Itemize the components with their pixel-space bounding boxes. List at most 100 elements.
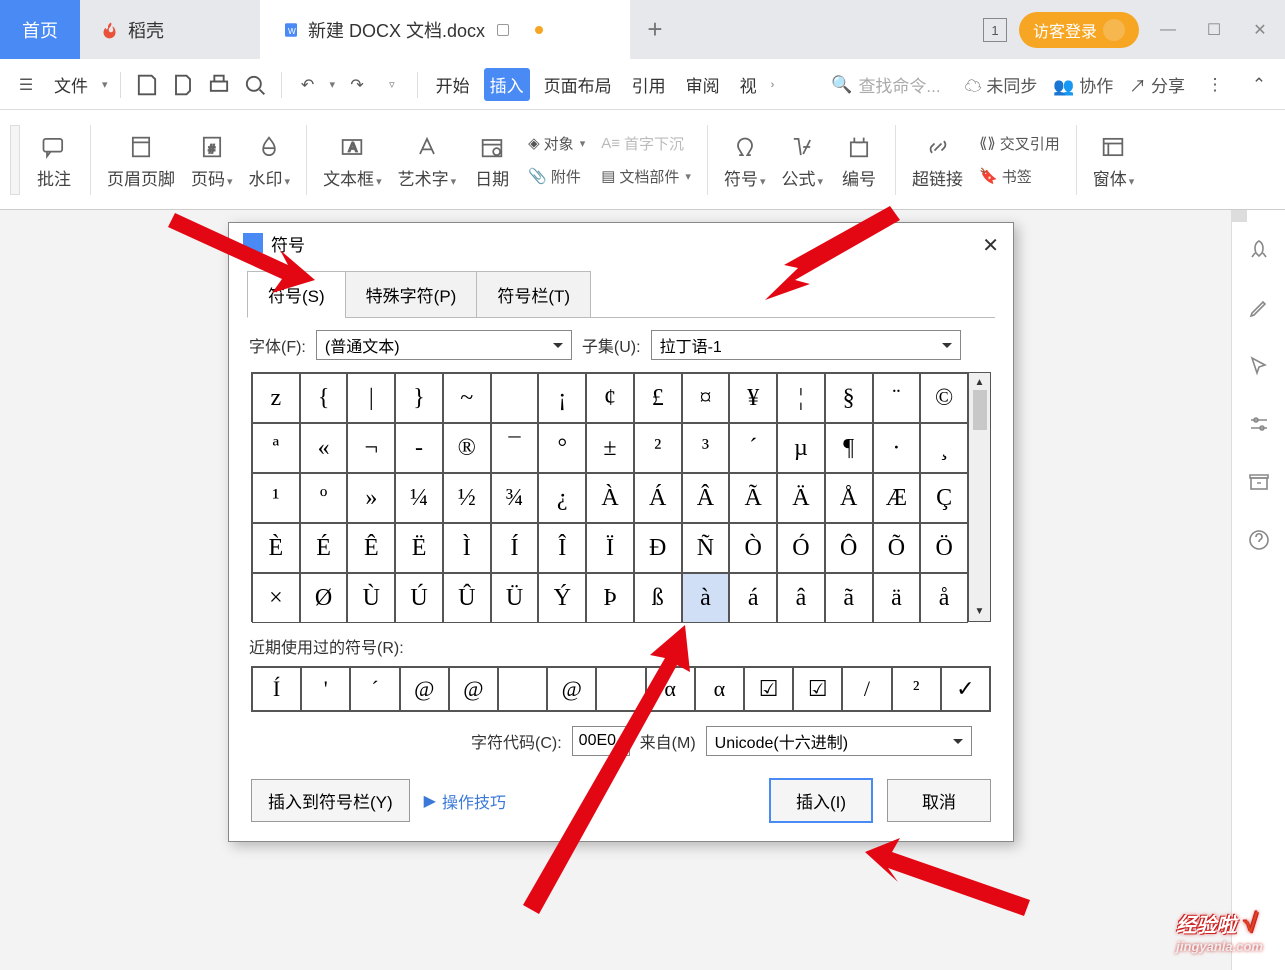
symbol-cell[interactable]: ´ xyxy=(729,423,777,473)
symbol-cell[interactable]: Ö xyxy=(920,523,968,573)
tab-special-chars[interactable]: 特殊字符(P) xyxy=(345,271,478,318)
symbol-cell[interactable]: ¡ xyxy=(538,373,586,423)
recent-symbol-cell[interactable]: / xyxy=(842,667,891,711)
symbol-cell[interactable]: × xyxy=(252,573,300,623)
symbol-cell[interactable]: « xyxy=(300,423,348,473)
symbol-cell[interactable]: Ó xyxy=(777,523,825,573)
symbol-cell[interactable]: Ù xyxy=(347,573,395,623)
symbol-cell[interactable]: Ç xyxy=(920,473,968,523)
recent-symbol-cell[interactable]: ☑ xyxy=(793,667,842,711)
symbol-cell[interactable]: ® xyxy=(443,423,491,473)
ribbon-bookmark[interactable]: 🔖 书签 xyxy=(979,166,1060,187)
subset-select[interactable]: 拉丁语-1 xyxy=(651,330,961,360)
symbol-cell[interactable]: Ê xyxy=(347,523,395,573)
symbol-cell[interactable]: à xyxy=(682,573,730,623)
recent-symbol-cell[interactable] xyxy=(498,667,547,711)
help-icon[interactable] xyxy=(1247,528,1271,552)
symbol-cell[interactable]: Ï xyxy=(586,523,634,573)
ribbon-textbox[interactable]: A文本框▾ xyxy=(315,116,390,204)
recent-symbol-cell[interactable]: @ xyxy=(547,667,596,711)
tab-docker[interactable]: 稻壳 xyxy=(80,0,260,59)
symbol-cell[interactable]: ~ xyxy=(443,373,491,423)
symbol-cell[interactable]: Ø xyxy=(300,573,348,623)
symbol-cell[interactable]: ã xyxy=(825,573,873,623)
menu-layout[interactable]: 页面布局 xyxy=(538,68,618,101)
symbol-cell[interactable]: É xyxy=(300,523,348,573)
ribbon-formula[interactable]: 公式▾ xyxy=(773,116,831,204)
ribbon-attach[interactable]: 📎 附件 xyxy=(528,166,585,187)
undo-icon[interactable]: ↶ xyxy=(294,71,322,99)
pencil-icon[interactable] xyxy=(1247,296,1271,320)
symbol-cell[interactable]: - xyxy=(395,423,443,473)
recent-symbol-cell[interactable]: @ xyxy=(400,667,449,711)
symbol-cell[interactable]: Å xyxy=(825,473,873,523)
new-tab-button[interactable]: + xyxy=(630,0,680,59)
symbol-cell[interactable]: ¯ xyxy=(491,423,539,473)
symbol-cell[interactable]: Ä xyxy=(777,473,825,523)
symbol-cell[interactable]: â xyxy=(777,573,825,623)
symbol-cell[interactable]: ³ xyxy=(682,423,730,473)
symbol-cell[interactable]: z xyxy=(252,373,300,423)
symbol-cell[interactable]: £ xyxy=(634,373,682,423)
symbol-cell[interactable]: Ì xyxy=(443,523,491,573)
ribbon-crossref[interactable]: ⟪⟫ 交叉引用 xyxy=(979,133,1060,154)
recent-symbol-cell[interactable]: α xyxy=(695,667,744,711)
symbol-cell[interactable]: ¾ xyxy=(491,473,539,523)
save-as-icon[interactable] xyxy=(169,71,197,99)
symbol-cell[interactable]: Þ xyxy=(586,573,634,623)
symbol-cell[interactable]: ¦ xyxy=(777,373,825,423)
collab-button[interactable]: 👥 协作 xyxy=(1053,72,1113,97)
symbol-cell[interactable]: Ü xyxy=(491,573,539,623)
symbol-cell[interactable]: ¢ xyxy=(586,373,634,423)
symbol-cell[interactable]: | xyxy=(347,373,395,423)
tab-home[interactable]: 首页 xyxy=(0,0,80,59)
from-select[interactable]: Unicode(十六进制) xyxy=(706,726,972,756)
sliders-icon[interactable] xyxy=(1247,412,1271,436)
ribbon-symbol[interactable]: 符号▾ xyxy=(716,116,774,204)
ribbon-header[interactable]: 页眉页脚 xyxy=(99,116,183,204)
close-window-button[interactable]: ✕ xyxy=(1243,13,1277,47)
symbol-cell[interactable]: ä xyxy=(873,573,921,623)
symbol-cell[interactable]: å xyxy=(920,573,968,623)
symbol-cell[interactable]: ½ xyxy=(443,473,491,523)
symbol-cell[interactable]: · xyxy=(873,423,921,473)
symbol-cell[interactable]: Ú xyxy=(395,573,443,623)
redo-icon[interactable]: ↷ xyxy=(343,71,371,99)
recent-symbol-cell[interactable] xyxy=(596,667,645,711)
tab-document[interactable]: W 新建 DOCX 文档.docx xyxy=(260,0,630,59)
recent-symbol-cell[interactable]: ☑ xyxy=(744,667,793,711)
print-icon[interactable] xyxy=(205,71,233,99)
ribbon-comment[interactable]: 批注 xyxy=(26,116,82,204)
font-select[interactable]: (普通文本) xyxy=(316,330,572,360)
ribbon-numbering[interactable]: 编号 xyxy=(831,116,887,204)
symbol-cell[interactable]: Î xyxy=(538,523,586,573)
recent-symbol-cell[interactable]: ´ xyxy=(350,667,399,711)
symbol-cell[interactable]: Ã xyxy=(729,473,777,523)
symbol-cell[interactable]: ¼ xyxy=(395,473,443,523)
symbol-cell[interactable]: ¥ xyxy=(729,373,777,423)
save-icon[interactable] xyxy=(133,71,161,99)
unsync-button[interactable]: ☁ 未同步 xyxy=(965,72,1038,97)
charcode-input[interactable] xyxy=(572,726,630,756)
ribbon-scroll-left[interactable] xyxy=(10,125,20,195)
symbol-cell[interactable]: } xyxy=(395,373,443,423)
share-button[interactable]: ↗ 分享 xyxy=(1129,72,1185,97)
recent-symbol-cell[interactable]: Í xyxy=(252,667,301,711)
scroll-thumb[interactable] xyxy=(973,390,987,430)
rocket-icon[interactable] xyxy=(1247,238,1271,262)
symbol-cell[interactable]: ¨ xyxy=(873,373,921,423)
symbol-cell[interactable]: ¶ xyxy=(825,423,873,473)
symbol-cell[interactable]: á xyxy=(729,573,777,623)
scroll-up-icon[interactable]: ▲ xyxy=(975,377,985,388)
recent-symbol-cell[interactable]: @ xyxy=(449,667,498,711)
tips-link[interactable]: ▶操作技巧 xyxy=(424,789,506,813)
dialog-close-button[interactable]: ✕ xyxy=(982,233,999,258)
tab-symbol-bar[interactable]: 符号栏(T) xyxy=(476,271,591,318)
symbol-cell[interactable]: ° xyxy=(538,423,586,473)
more-icon[interactable]: ⋮ xyxy=(1201,71,1229,99)
ribbon-date[interactable]: 日期 xyxy=(464,116,520,204)
symbol-cell[interactable]: Ë xyxy=(395,523,443,573)
preview-icon[interactable] xyxy=(241,71,269,99)
ribbon-wordart[interactable]: 艺术字▾ xyxy=(390,116,465,204)
minimize-button[interactable]: — xyxy=(1151,13,1185,47)
